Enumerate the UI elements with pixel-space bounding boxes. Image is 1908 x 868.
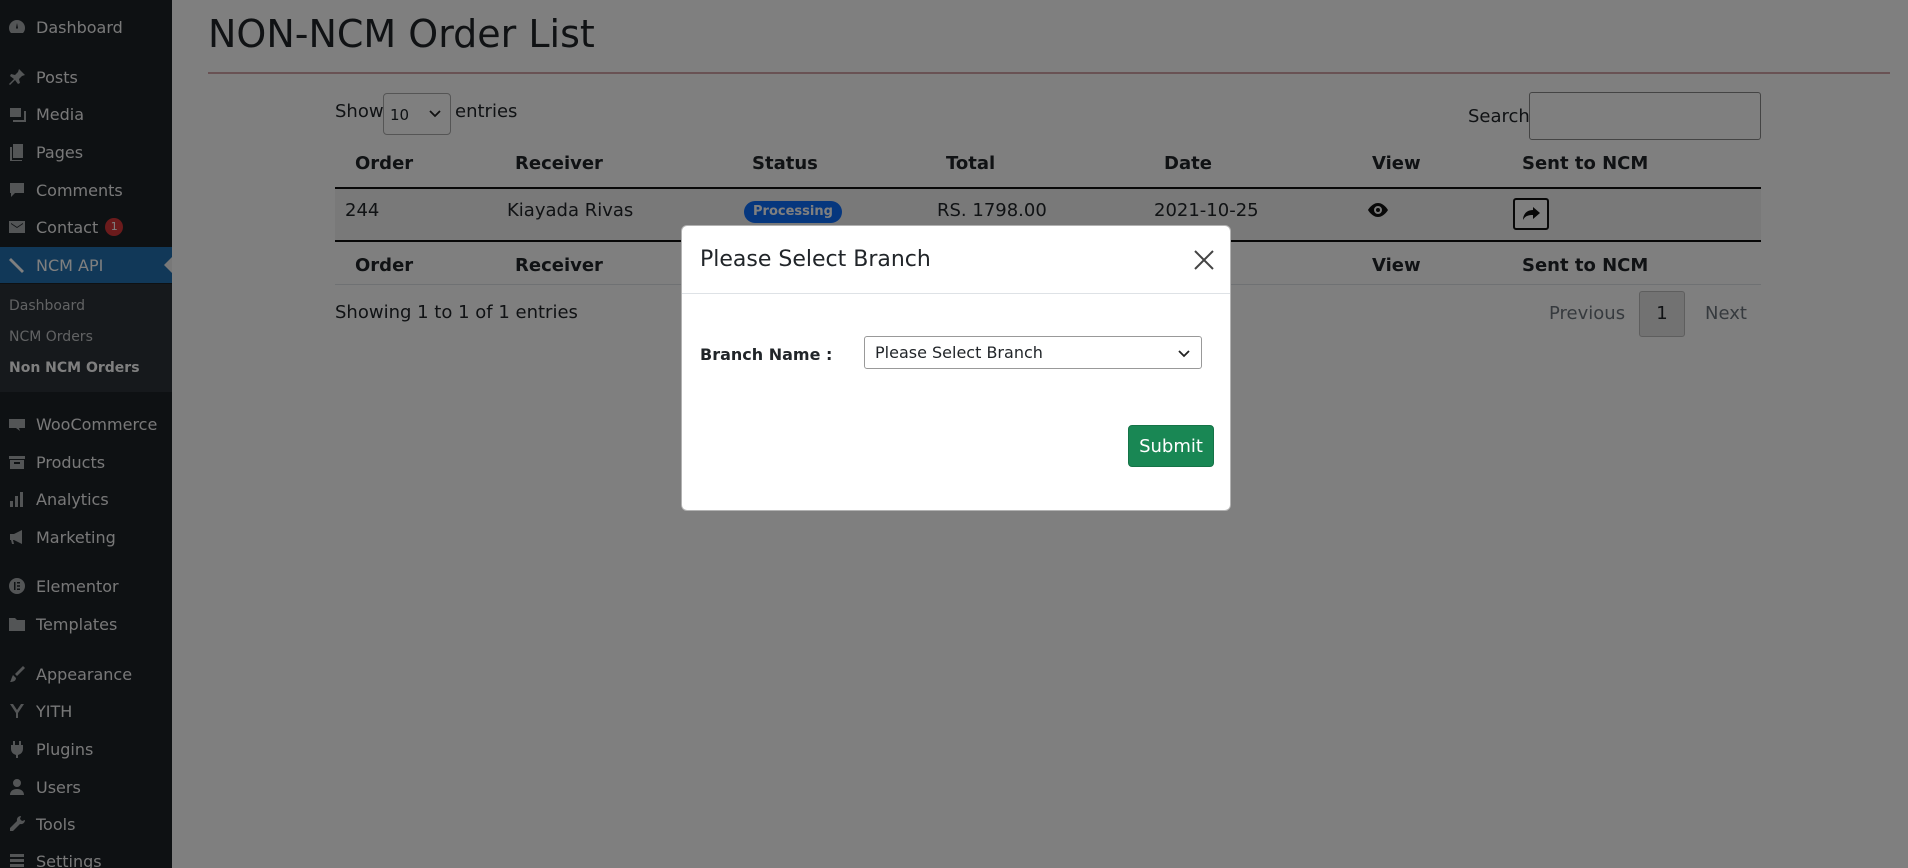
branch-select[interactable]: Please Select Branch	[864, 336, 1202, 369]
branch-name-label: Branch Name :	[700, 345, 833, 364]
modal-header: Please Select Branch	[682, 226, 1230, 294]
close-icon[interactable]	[1192, 248, 1216, 272]
submit-button[interactable]: Submit	[1128, 425, 1214, 467]
select-branch-modal: Please Select Branch Branch Name : Pleas…	[681, 225, 1231, 511]
branch-select-value: Please Select Branch	[875, 343, 1043, 362]
modal-title: Please Select Branch	[700, 247, 931, 272]
chevron-down-icon	[1178, 350, 1190, 358]
